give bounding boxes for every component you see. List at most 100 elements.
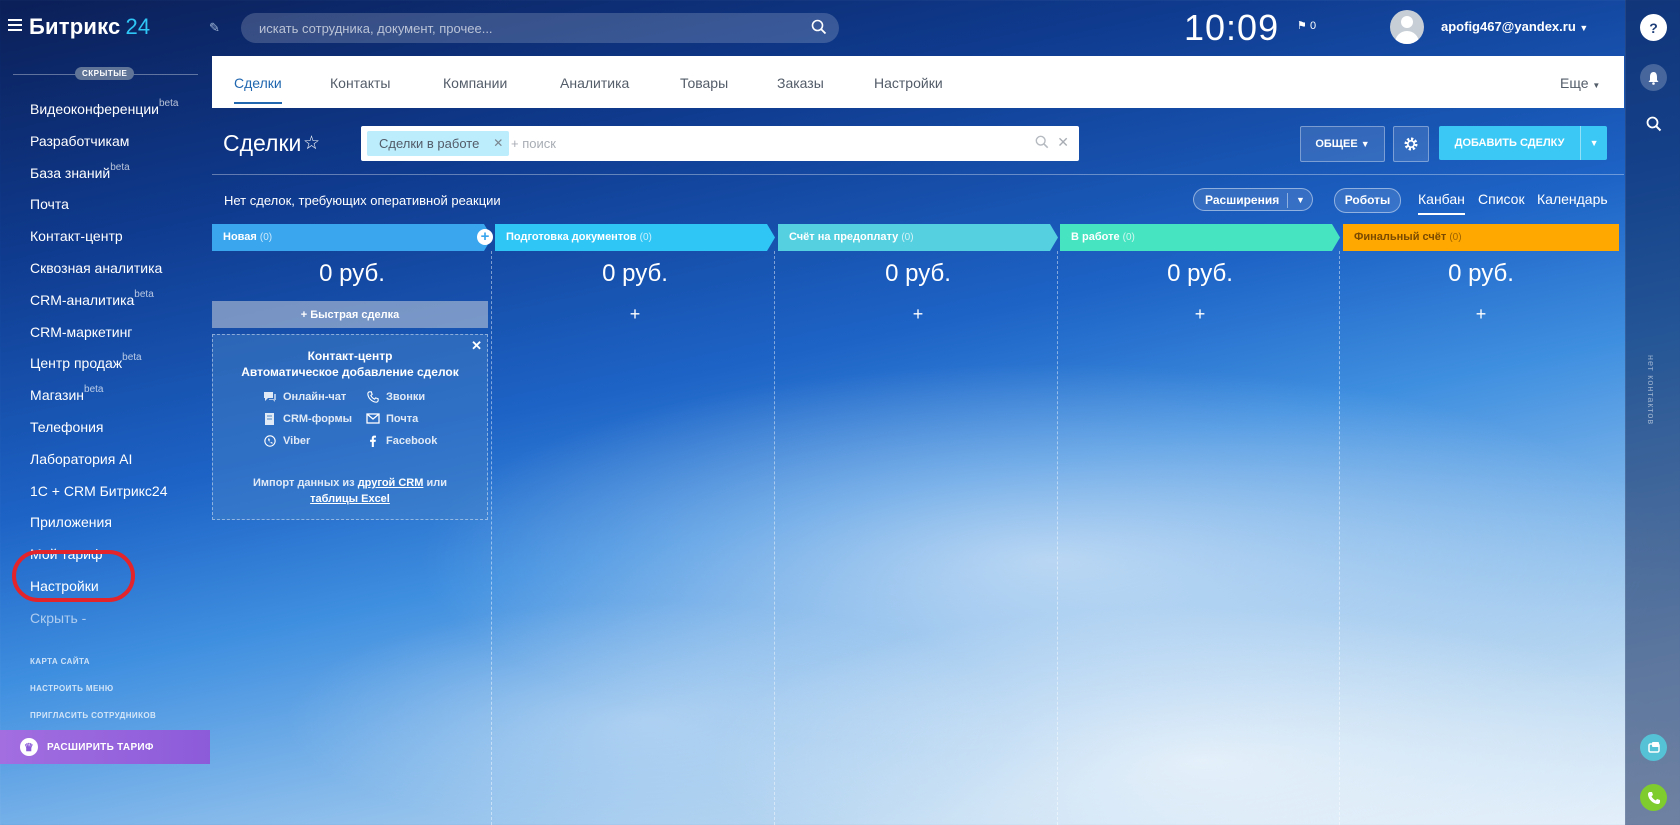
close-icon[interactable]: ✕	[493, 131, 503, 156]
kanban-column: Новая (0) 0 руб. + Быстрая сделка ✕ Конт…	[212, 224, 492, 825]
search-icon[interactable]	[811, 19, 827, 35]
close-icon[interactable]: ✕	[471, 338, 482, 354]
add-column-icon[interactable]: +	[477, 229, 493, 245]
sidebar-item-crm-marketing[interactable]: CRM-маркетинг	[30, 317, 178, 349]
add-deal-button[interactable]: ДОБАВИТЬ СДЕЛКУ ▼	[1439, 126, 1607, 160]
configure-menu-link[interactable]: НАСТРОИТЬ МЕНЮ	[30, 684, 156, 711]
channel-viber[interactable]: Viber	[263, 435, 310, 447]
sidebar-item-mail[interactable]: Почта	[30, 189, 178, 221]
column-name: Счёт на предоплату	[789, 231, 899, 243]
beta-badge: beta	[110, 161, 130, 173]
column-header[interactable]: В работе (0)	[1060, 224, 1340, 251]
sidebar-item-label: Лаборатория AI	[30, 450, 133, 467]
import-prefix: Импорт данных из	[253, 477, 355, 489]
hidden-section-badge[interactable]: СКРЫТЫЕ	[75, 67, 135, 80]
kanban-column: Счёт на предоплату (0) 0 руб. +	[778, 224, 1058, 825]
tab-companies[interactable]: Компании	[443, 75, 507, 91]
clear-icon[interactable]: ✕	[1057, 134, 1069, 151]
sitemap-link[interactable]: КАРТА САЙТА	[30, 657, 156, 684]
quick-deal-button[interactable]: + Быстрая сделка	[212, 301, 488, 328]
add-deal-plus-icon[interactable]: +	[1060, 304, 1340, 325]
sidebar-item-contact-center[interactable]: Контакт-центр	[30, 221, 178, 253]
import-excel-link[interactable]: таблицы Excel	[310, 493, 390, 505]
help-icon[interactable]: ?	[1640, 14, 1667, 41]
search-icon[interactable]	[1640, 110, 1667, 137]
sidebar-item-sales-center[interactable]: Центр продажbeta	[30, 348, 178, 380]
column-header[interactable]: Финальный счёт (0)	[1343, 224, 1619, 251]
flag-counter[interactable]: ⚑ 0	[1297, 19, 1316, 32]
channel-label: Viber	[283, 435, 311, 447]
column-header[interactable]: Новая (0)	[212, 224, 492, 251]
search-input[interactable]	[257, 20, 801, 37]
menu-burger-icon[interactable]	[8, 19, 22, 31]
clock[interactable]: 10:09	[1184, 7, 1279, 49]
logo-name: Битрикс	[29, 14, 121, 39]
page-title: Сделки	[223, 130, 302, 156]
user-email: apofig467@yandex.ru	[1441, 19, 1576, 34]
sidebar-item-telephony[interactable]: Телефония	[30, 412, 178, 444]
channel-facebook[interactable]: Facebook	[366, 435, 437, 448]
filter-search-bar[interactable]: Сделки в работе ✕ + поиск ✕	[361, 126, 1079, 161]
tab-more[interactable]: Еще ▼	[1560, 75, 1600, 91]
channel-online-chat[interactable]: Онлайн-чат	[263, 391, 346, 403]
sidebar-item-hide[interactable]: Скрыть -	[30, 603, 178, 635]
filter-chip[interactable]: Сделки в работе ✕	[367, 131, 510, 156]
phone-icon[interactable]	[1640, 784, 1667, 811]
column-name: Новая	[223, 231, 257, 243]
sidebar-item-end-to-end-analytics[interactable]: Сквозная аналитика	[30, 253, 178, 285]
upgrade-label: РАСШИРИТЬ ТАРИФ	[47, 741, 154, 753]
add-deal-plus-icon[interactable]: +	[495, 304, 775, 325]
robots-button[interactable]: Роботы	[1334, 188, 1401, 213]
column-header[interactable]: Счёт на предоплату (0)	[778, 224, 1058, 251]
sidebar-item-shop[interactable]: Магазинbeta	[30, 380, 178, 412]
sidebar-item-developers[interactable]: Разработчикам	[30, 126, 178, 158]
avatar[interactable]	[1390, 10, 1424, 44]
sidebar-item-label: CRM-аналитика	[30, 291, 135, 308]
sidebar-item-label: Скрыть -	[30, 609, 87, 626]
import-other-crm-link[interactable]: другой CRM	[358, 477, 424, 489]
channel-calls[interactable]: Звонки	[366, 391, 425, 403]
extensions-button[interactable]: Расширения ▼	[1193, 188, 1313, 211]
tab-orders[interactable]: Заказы	[777, 75, 824, 91]
sidebar-item-crm-analytics[interactable]: CRM-аналитикаbeta	[30, 285, 178, 317]
view-list[interactable]: Список	[1478, 191, 1525, 207]
upgrade-plan-button[interactable]: ♛ РАСШИРИТЬ ТАРИФ	[0, 730, 210, 764]
column-count: (0)	[259, 232, 273, 243]
sidebar-item-ai-lab[interactable]: Лаборатория AI	[30, 444, 178, 476]
channel-mail[interactable]: Почта	[366, 413, 418, 425]
pencil-icon[interactable]: ✎	[209, 20, 220, 36]
sidebar-item-label: База знаний	[30, 164, 111, 181]
chat-icon[interactable]	[1640, 734, 1667, 761]
tab-analytics[interactable]: Аналитика	[560, 75, 629, 91]
add-deal-plus-icon[interactable]: +	[778, 304, 1058, 325]
sidebar-item-label: Почта	[30, 196, 69, 213]
filter-placeholder[interactable]: + поиск	[511, 136, 556, 151]
view-kanban[interactable]: Канбан	[1418, 191, 1465, 215]
sidebar-item-knowledge-base[interactable]: База знанийbeta	[30, 158, 178, 190]
sidebar-item-applications[interactable]: Приложения	[30, 507, 178, 539]
tab-deals[interactable]: Сделки	[234, 75, 282, 104]
tab-settings[interactable]: Настройки	[874, 75, 943, 91]
widget-title: Контакт-центр	[307, 349, 393, 363]
form-icon	[265, 413, 274, 426]
logo[interactable]: Битрикс 24	[29, 14, 150, 40]
user-menu[interactable]: apofig467@yandex.ru ▼	[1441, 19, 1588, 34]
sidebar-item-1c-crm[interactable]: 1С + CRM Битрикс24	[30, 476, 178, 508]
tab-products[interactable]: Товары	[680, 75, 728, 91]
add-deal-plus-icon[interactable]: +	[1343, 304, 1619, 325]
chevron-down-icon[interactable]: ▼	[1580, 126, 1607, 160]
channel-crm-forms[interactable]: CRM-формы	[263, 413, 352, 426]
kanban-column: В работе (0) 0 руб. +	[1060, 224, 1340, 825]
search-icon[interactable]	[1035, 135, 1049, 149]
category-dropdown[interactable]: ОБЩЕЕ ▼	[1300, 126, 1385, 162]
view-calendar[interactable]: Календарь	[1537, 191, 1608, 207]
global-search[interactable]	[241, 13, 839, 43]
settings-button[interactable]	[1393, 126, 1429, 162]
column-header[interactable]: Подготовка документов (0)	[495, 224, 775, 251]
tab-more-label: Еще	[1560, 75, 1589, 91]
sidebar-item-videoconference[interactable]: Видеоконференцииbeta	[30, 94, 178, 126]
bell-icon[interactable]	[1640, 64, 1667, 91]
star-icon[interactable]: ☆	[303, 132, 320, 155]
column-count: (0)	[1449, 232, 1462, 243]
tab-contacts[interactable]: Контакты	[330, 75, 390, 91]
